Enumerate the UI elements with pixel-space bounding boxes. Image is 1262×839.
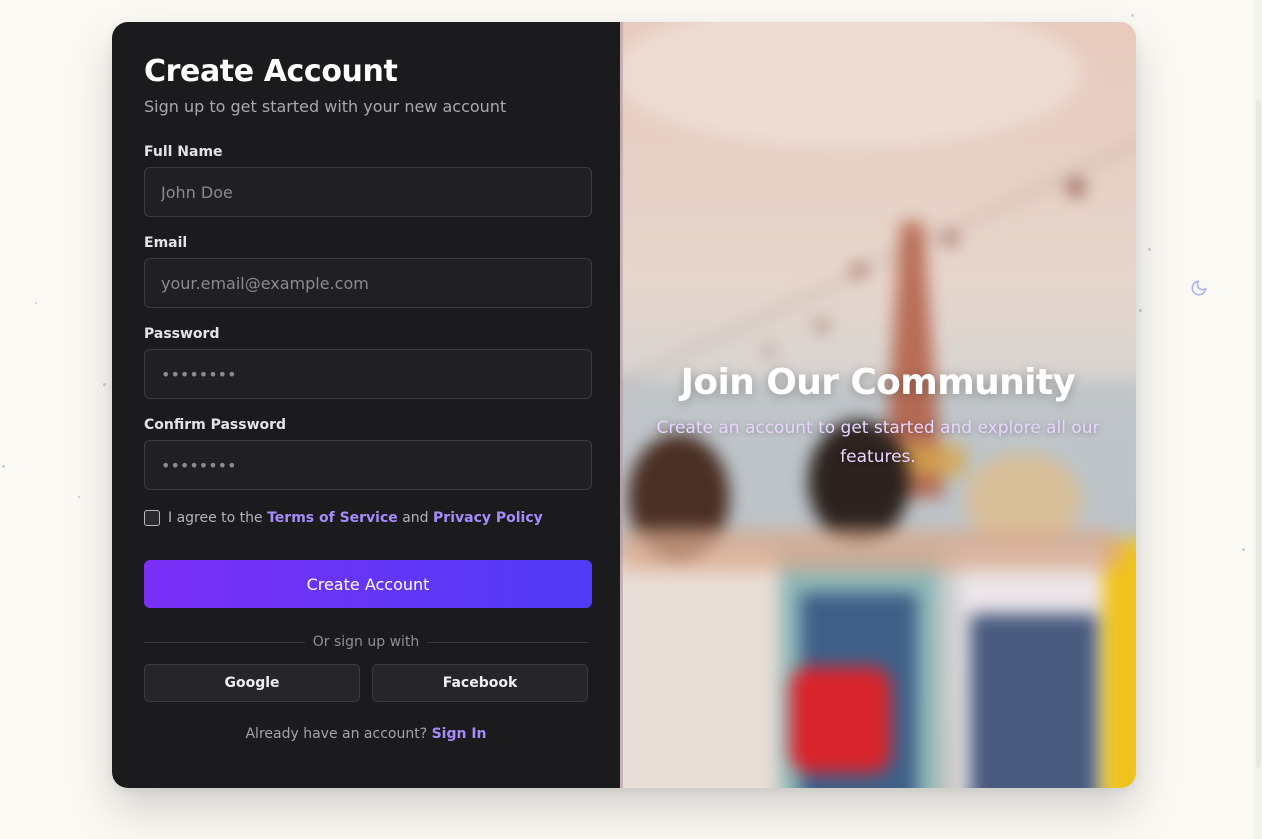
divider-line <box>427 641 588 643</box>
page-scrollbar[interactable] <box>1254 0 1262 839</box>
full-name-label: Full Name <box>144 144 223 160</box>
terms-checkbox[interactable] <box>144 510 160 526</box>
social-buttons: Google Facebook <box>144 664 588 702</box>
moon-icon[interactable] <box>1190 279 1208 297</box>
background-dot <box>1139 309 1142 312</box>
password-input[interactable] <box>144 349 592 399</box>
google-signup-button[interactable]: Google <box>144 664 360 702</box>
hero-title: Join Our Community <box>680 362 1076 403</box>
background-dot <box>103 383 106 386</box>
confirm-password-input[interactable] <box>144 440 592 490</box>
facebook-signup-button[interactable]: Facebook <box>372 664 588 702</box>
terms-of-service-link[interactable]: Terms of Service <box>267 510 398 526</box>
password-field: Password <box>144 325 592 399</box>
page: Create Account Sign up to get started wi… <box>0 0 1262 839</box>
background-dot <box>1242 548 1245 551</box>
background-dot <box>78 496 80 498</box>
background-dot <box>1148 248 1151 251</box>
signup-card: Create Account Sign up to get started wi… <box>112 22 1136 788</box>
page-subtitle: Sign up to get started with your new acc… <box>144 97 507 116</box>
terms-agreement: I agree to the Terms of Service and Priv… <box>144 507 588 529</box>
confirm-password-label: Confirm Password <box>144 417 287 433</box>
page-title: Create Account <box>144 54 398 89</box>
email-label: Email <box>144 235 188 251</box>
agree-prefix-text: I agree to the <box>168 510 268 526</box>
divider-text: Or sign up with <box>312 634 420 650</box>
background-dot <box>1131 14 1134 17</box>
password-label: Password <box>144 326 220 342</box>
privacy-policy-link[interactable]: Privacy Policy <box>433 510 543 526</box>
confirm-password-field: Confirm Password <box>144 416 592 490</box>
full-name-field: Full Name <box>144 143 592 217</box>
email-input[interactable] <box>144 258 592 308</box>
signin-link[interactable]: Sign In <box>432 726 487 742</box>
community-image-panel: Join Our Community Create an account to … <box>620 22 1136 788</box>
signup-form: Create Account Sign up to get started wi… <box>112 22 620 788</box>
agree-middle-text: and <box>397 510 434 526</box>
signin-prompt-text: Already have an account? <box>245 726 432 742</box>
scrollbar-thumb[interactable] <box>1256 100 1261 768</box>
social-divider: Or sign up with <box>144 630 588 654</box>
hero-text: Join Our Community Create an account to … <box>620 360 1136 472</box>
hero-subtitle: Create an account to get started and exp… <box>656 418 1100 467</box>
create-account-button[interactable]: Create Account <box>144 560 592 608</box>
divider-line <box>144 641 305 643</box>
full-name-input[interactable] <box>144 167 592 217</box>
background-dot <box>35 302 37 304</box>
email-field: Email <box>144 234 592 308</box>
background-dot <box>2 465 5 468</box>
signin-prompt: Already have an account? Sign In <box>144 726 588 742</box>
